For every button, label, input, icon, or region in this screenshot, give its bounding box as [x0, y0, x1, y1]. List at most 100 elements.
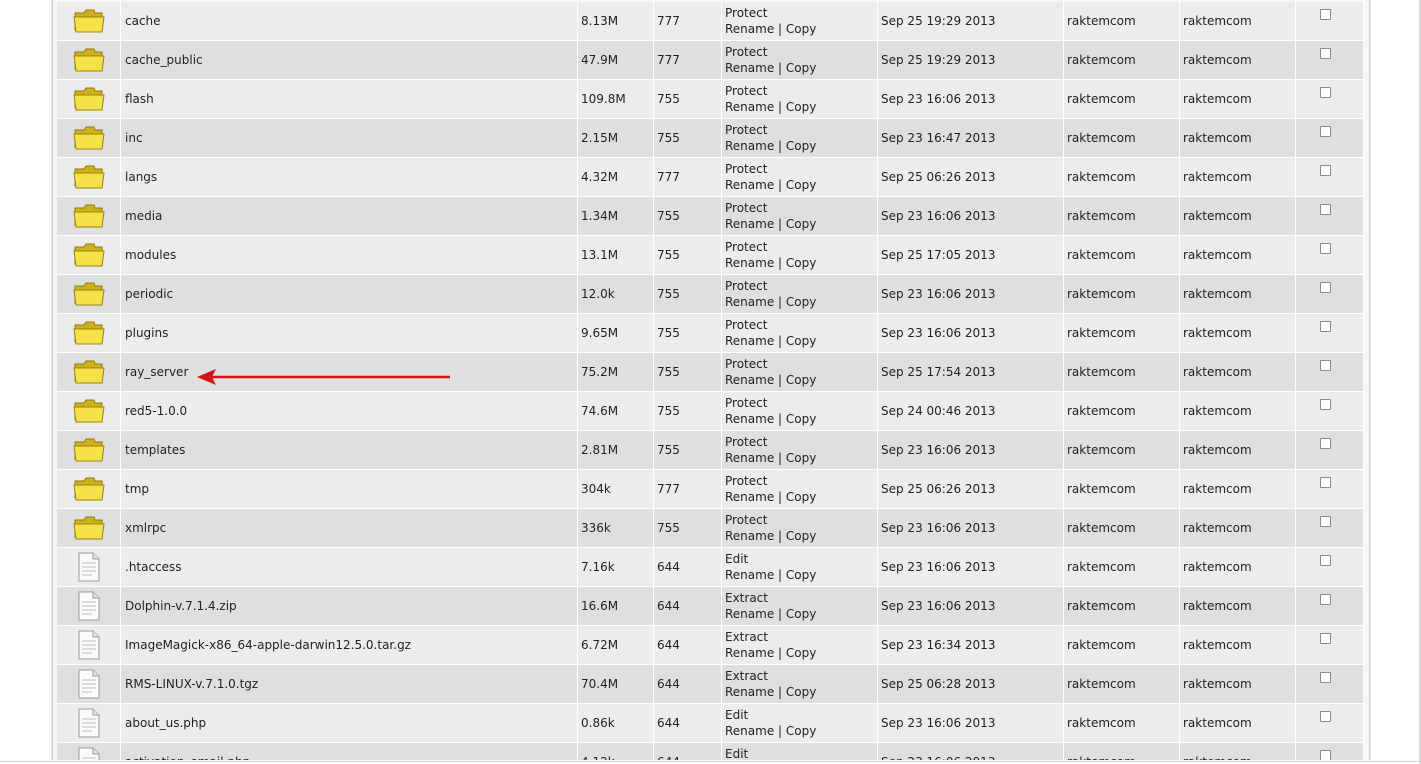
copy-link[interactable]: Copy — [786, 22, 816, 36]
file-permissions[interactable]: 755 — [654, 509, 722, 548]
folder-icon[interactable] — [57, 398, 120, 424]
file-icon[interactable] — [57, 669, 120, 699]
select-checkbox[interactable] — [1320, 282, 1331, 293]
protect-or-edit-link[interactable]: Protect — [725, 435, 767, 449]
protect-or-edit-link[interactable]: Protect — [725, 396, 767, 410]
file-name[interactable]: media — [121, 197, 578, 236]
folder-icon[interactable] — [57, 320, 120, 346]
copy-link[interactable]: Copy — [786, 334, 816, 348]
folder-icon[interactable] — [57, 8, 120, 34]
select-checkbox[interactable] — [1320, 48, 1331, 59]
file-permissions[interactable]: 777 — [654, 2, 722, 41]
rename-link[interactable]: Rename — [725, 607, 774, 621]
protect-or-edit-link[interactable]: Protect — [725, 201, 767, 215]
file-permissions[interactable]: 755 — [654, 275, 722, 314]
file-name[interactable]: inc — [121, 119, 578, 158]
file-name[interactable]: ray_server — [121, 353, 578, 392]
file-name[interactable]: cache — [121, 2, 578, 41]
file-name[interactable]: cache_public — [121, 41, 578, 80]
file-permissions[interactable]: 777 — [654, 158, 722, 197]
select-checkbox[interactable] — [1320, 204, 1331, 215]
rename-link[interactable]: Rename — [725, 568, 774, 582]
protect-or-edit-link[interactable]: Protect — [725, 513, 767, 527]
protect-or-edit-link[interactable]: Protect — [725, 279, 767, 293]
file-name[interactable]: modules — [121, 236, 578, 275]
rename-link[interactable]: Rename — [725, 451, 774, 465]
rename-link[interactable]: Rename — [725, 334, 774, 348]
file-icon[interactable] — [57, 591, 120, 621]
folder-icon[interactable] — [57, 86, 120, 112]
select-checkbox[interactable] — [1320, 360, 1331, 371]
file-name[interactable]: templates — [121, 431, 578, 470]
file-name[interactable]: red5-1.0.0 — [121, 392, 578, 431]
copy-link[interactable]: Copy — [786, 490, 816, 504]
select-checkbox[interactable] — [1320, 516, 1331, 527]
folder-icon[interactable] — [57, 242, 120, 268]
file-permissions[interactable]: 755 — [654, 197, 722, 236]
file-permissions[interactable]: 644 — [654, 626, 722, 665]
protect-or-edit-link[interactable]: Extract — [725, 630, 768, 644]
rename-link[interactable]: Rename — [725, 529, 774, 543]
copy-link[interactable]: Copy — [786, 100, 816, 114]
copy-link[interactable]: Copy — [786, 451, 816, 465]
protect-or-edit-link[interactable]: Protect — [725, 84, 767, 98]
file-name[interactable]: RMS-LINUX-v.7.1.0.tgz — [121, 665, 578, 704]
protect-or-edit-link[interactable]: Protect — [725, 474, 767, 488]
copy-link[interactable]: Copy — [786, 61, 816, 75]
rename-link[interactable]: Rename — [725, 646, 774, 660]
select-checkbox[interactable] — [1320, 165, 1331, 176]
file-permissions[interactable]: 755 — [654, 392, 722, 431]
copy-link[interactable]: Copy — [786, 724, 816, 738]
file-name[interactable]: flash — [121, 80, 578, 119]
rename-link[interactable]: Rename — [725, 490, 774, 504]
file-icon[interactable] — [57, 552, 120, 582]
rename-link[interactable]: Rename — [725, 256, 774, 270]
rename-link[interactable]: Rename — [725, 217, 774, 231]
select-checkbox[interactable] — [1320, 399, 1331, 410]
select-checkbox[interactable] — [1320, 594, 1331, 605]
copy-link[interactable]: Copy — [786, 139, 816, 153]
select-checkbox[interactable] — [1320, 438, 1331, 449]
select-checkbox[interactable] — [1320, 87, 1331, 98]
select-checkbox[interactable] — [1320, 633, 1331, 644]
file-icon[interactable] — [57, 630, 120, 660]
select-checkbox[interactable] — [1320, 477, 1331, 488]
copy-link[interactable]: Copy — [786, 685, 816, 699]
file-name[interactable]: activation_email.php — [121, 743, 578, 760]
rename-link[interactable]: Rename — [725, 22, 774, 36]
copy-link[interactable]: Copy — [786, 295, 816, 309]
select-checkbox[interactable] — [1320, 126, 1331, 137]
protect-or-edit-link[interactable]: Protect — [725, 240, 767, 254]
protect-or-edit-link[interactable]: Edit — [725, 708, 748, 722]
file-permissions[interactable]: 755 — [654, 353, 722, 392]
select-checkbox[interactable] — [1320, 9, 1331, 20]
file-permissions[interactable]: 755 — [654, 314, 722, 353]
file-permissions[interactable]: 755 — [654, 80, 722, 119]
copy-link[interactable]: Copy — [786, 412, 816, 426]
protect-or-edit-link[interactable]: Extract — [725, 669, 768, 683]
folder-icon[interactable] — [57, 515, 120, 541]
rename-link[interactable]: Rename — [725, 373, 774, 387]
file-permissions[interactable]: 777 — [654, 41, 722, 80]
rename-link[interactable]: Rename — [725, 295, 774, 309]
file-permissions[interactable]: 755 — [654, 236, 722, 275]
copy-link[interactable]: Copy — [786, 217, 816, 231]
folder-icon[interactable] — [57, 125, 120, 151]
rename-link[interactable]: Rename — [725, 685, 774, 699]
rename-link[interactable]: Rename — [725, 724, 774, 738]
copy-link[interactable]: Copy — [786, 646, 816, 660]
file-permissions[interactable]: 644 — [654, 743, 722, 760]
select-checkbox[interactable] — [1320, 711, 1331, 722]
protect-or-edit-link[interactable]: Protect — [725, 318, 767, 332]
file-name[interactable]: plugins — [121, 314, 578, 353]
protect-or-edit-link[interactable]: Extract — [725, 591, 768, 605]
rename-link[interactable]: Rename — [725, 100, 774, 114]
file-name[interactable]: .htaccess — [121, 548, 578, 587]
rename-link[interactable]: Rename — [725, 139, 774, 153]
file-name[interactable]: about_us.php — [121, 704, 578, 743]
select-checkbox[interactable] — [1320, 321, 1331, 332]
file-permissions[interactable]: 777 — [654, 470, 722, 509]
protect-or-edit-link[interactable]: Protect — [725, 6, 767, 20]
folder-icon[interactable] — [57, 47, 120, 73]
file-name[interactable]: periodic — [121, 275, 578, 314]
